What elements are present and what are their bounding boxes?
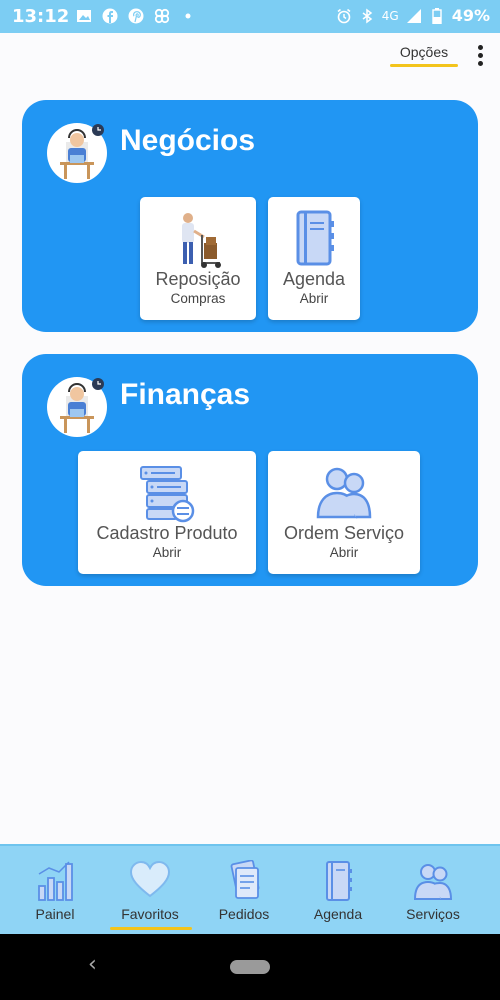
back-icon[interactable]: ‹ (88, 952, 97, 977)
tile-label: Ordem Serviço (283, 523, 405, 543)
home-pill[interactable] (230, 960, 270, 974)
tile-sublabel: Compras (170, 291, 226, 306)
tile-sublabel: Abrir (152, 545, 182, 560)
nav-label: Favoritos (121, 906, 179, 922)
section-card-negocios: Negócios Reposição Compras Agenda Abrir (22, 100, 478, 332)
options-underline (390, 64, 458, 67)
tile-ordem-servico[interactable]: Ordem Serviço Abrir (268, 451, 420, 574)
tile-sublabel: Abrir (299, 291, 329, 306)
documents-icon (230, 860, 260, 899)
heart-icon (129, 860, 171, 898)
network-type: 4G (381, 8, 399, 23)
section-title: Negócios (120, 124, 256, 157)
battery-icon (432, 7, 442, 24)
dot-icon (185, 13, 191, 19)
kebab-menu-icon[interactable] (470, 43, 490, 69)
tile-cadastro-produto[interactable]: Cadastro Produto Abrir (78, 451, 256, 574)
nav-item-favoritos[interactable]: Favoritos (105, 846, 195, 934)
nav-label: Serviços (406, 906, 460, 922)
status-bar: 13:12 4G 49% (0, 0, 500, 33)
facebook-icon (102, 8, 118, 24)
tile-sublabel: Abrir (329, 545, 359, 560)
tile-label: Cadastro Produto (96, 523, 238, 543)
system-navigation-bar: ‹ (0, 934, 500, 1000)
database-list-icon (140, 466, 195, 523)
tile-agenda[interactable]: Agenda Abrir (268, 197, 360, 320)
support-agent-icon (47, 123, 107, 183)
section-title: Finanças (120, 378, 251, 411)
active-tab-indicator (110, 927, 192, 930)
alarm-icon (337, 8, 351, 23)
section-card-financas: Finanças Cadastro Produto Abrir Ordem Se… (22, 354, 478, 586)
nav-item-servicos[interactable]: Serviços (388, 846, 478, 934)
notebook-icon (296, 210, 334, 266)
bottom-nav: Painel Favoritos Pedidos Agenda Serviços (0, 844, 500, 934)
nav-label: Agenda (313, 906, 363, 922)
notebook-icon (326, 861, 352, 901)
tile-reposicao[interactable]: Reposição Compras (140, 197, 256, 320)
nav-item-painel[interactable]: Painel (10, 846, 100, 934)
nav-label: Painel (35, 906, 75, 922)
pinterest-icon (128, 8, 144, 24)
users-icon (413, 864, 453, 900)
tile-label: Agenda (282, 269, 346, 289)
tile-label: Reposição (155, 269, 241, 289)
image-icon (77, 10, 91, 22)
users-icon (316, 467, 372, 519)
status-time: 13:12 (12, 6, 70, 27)
support-agent-icon (47, 377, 107, 437)
delivery-person-icon (182, 213, 221, 268)
nav-item-agenda[interactable]: Agenda (293, 846, 383, 934)
battery-level: 49% (451, 6, 490, 25)
bar-chart-icon (38, 861, 73, 901)
bluetooth-icon (362, 8, 373, 23)
nav-item-pedidos[interactable]: Pedidos (199, 846, 289, 934)
app-icon (154, 8, 170, 24)
signal-icon (406, 8, 421, 23)
nav-label: Pedidos (218, 906, 270, 922)
